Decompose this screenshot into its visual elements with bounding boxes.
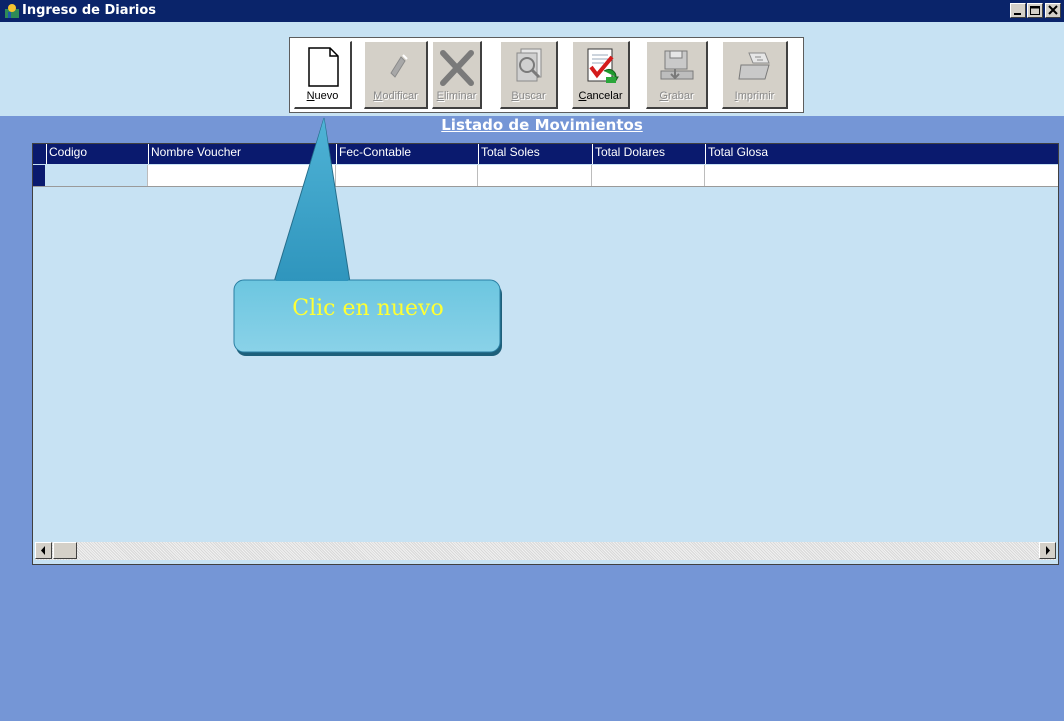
cancel-document-icon [587,48,619,83]
minimize-icon [1014,13,1021,15]
row-indicator [33,165,45,186]
grid-header: Codigo Nombre Voucher Fec-Contable Total… [33,144,1058,164]
new-document-icon [307,47,339,87]
app-icon [5,4,19,18]
cell-nombre-voucher[interactable] [148,165,336,186]
cancelar-button[interactable]: Cancelar [572,41,630,109]
movements-grid[interactable]: Codigo Nombre Voucher Fec-Contable Total… [32,143,1059,565]
column-total-glosa[interactable]: Total Glosa [705,144,1058,164]
title-bar: Ingreso de Diarios [0,0,1064,22]
minimize-button[interactable] [1010,3,1026,18]
column-total-soles[interactable]: Total Soles [478,144,592,164]
eliminar-button[interactable]: Eliminar [432,41,482,109]
maximize-button[interactable] [1027,3,1043,18]
arrow-left-icon [41,546,45,555]
delete-x-icon [439,50,474,86]
grabar-button[interactable]: Grabar [646,41,708,109]
search-document-icon [516,48,541,82]
scroll-thumb[interactable] [53,542,77,559]
toolbar: Nuevo Modificar Eliminar Buscar Cancelar… [289,37,804,113]
save-floppy-icon [660,50,693,80]
column-fec-contable[interactable]: Fec-Contable [336,144,478,164]
cell-fec-contable[interactable] [336,165,478,186]
arrow-right-icon [1046,546,1050,555]
nuevo-label: Nuevo [306,90,339,102]
modificar-button[interactable]: Modificar [364,41,428,109]
cell-codigo[interactable] [45,165,148,186]
window-title: Ingreso de Diarios [22,3,157,18]
table-row[interactable] [33,165,1058,187]
modificar-label: Modificar [373,90,418,102]
cell-total-soles[interactable] [478,165,592,186]
print-icon [737,52,770,80]
cell-total-dolares[interactable] [592,165,705,186]
close-icon [1048,5,1058,15]
scroll-right-button[interactable] [1039,542,1056,559]
cancelar-label: Cancelar [578,90,623,102]
nuevo-button[interactable]: Nuevo [294,41,352,109]
imprimir-button[interactable]: Imprimir [722,41,788,109]
scroll-left-button[interactable] [35,542,52,559]
column-total-dolares[interactable]: Total Dolares [592,144,705,164]
eliminar-label: Eliminar [436,90,477,102]
close-button[interactable] [1045,3,1061,18]
cell-total-glosa[interactable] [705,165,1058,186]
edit-pencil-icon [389,54,408,78]
callout-text: Clic en nuevo [292,296,444,321]
grabar-label: Grabar [659,90,694,102]
imprimir-label: Imprimir [734,90,775,102]
buscar-label: Buscar [511,90,546,102]
horizontal-scrollbar[interactable] [35,542,1056,560]
column-codigo[interactable]: Codigo [46,144,148,164]
list-title: Listado de Movimientos [441,116,643,134]
column-nombre-voucher[interactable]: Nombre Voucher [148,144,336,164]
maximize-icon [1030,6,1040,15]
buscar-button[interactable]: Buscar [500,41,558,109]
